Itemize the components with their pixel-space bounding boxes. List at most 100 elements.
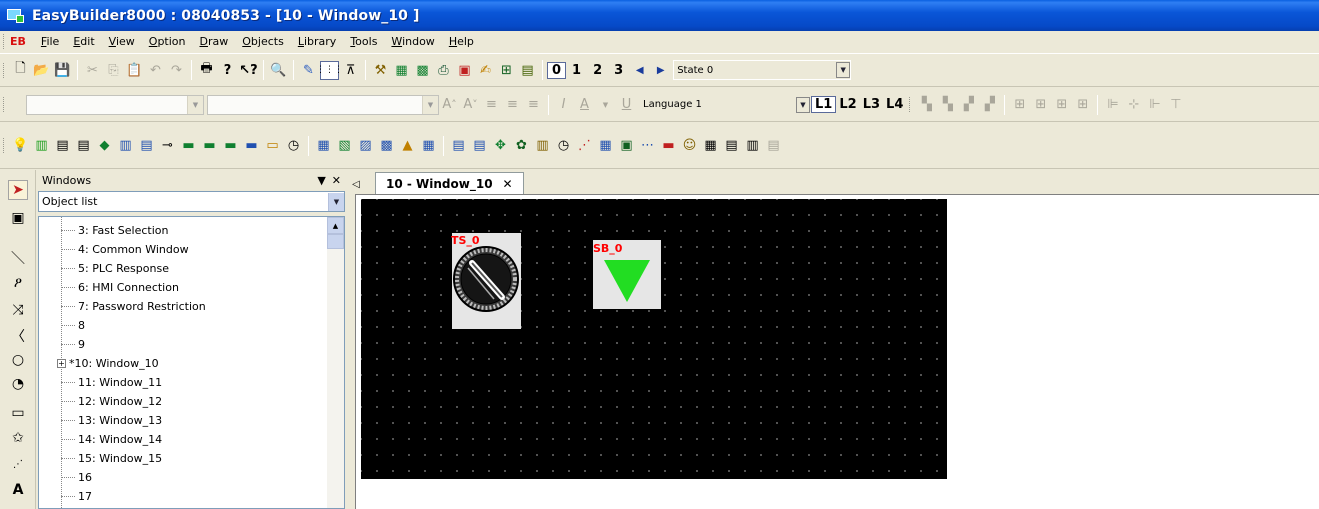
tree-item[interactable]: 17 (39, 487, 92, 506)
chevron-down-icon[interactable]: ▼ (422, 95, 438, 114)
word-lamp-icon[interactable]: ▥ (32, 136, 51, 155)
bring-forward-icon[interactable]: ▞ (959, 95, 978, 114)
timer-icon[interactable]: ◷ (554, 136, 573, 155)
state-button-2[interactable]: 2 (587, 63, 608, 78)
x-mark-icon[interactable]: ⤨ (8, 300, 28, 320)
open-folder-icon[interactable]: 📂 (32, 61, 51, 80)
align-top-icon[interactable]: ⊤ (1166, 95, 1185, 114)
function-key-icon[interactable]: ◆ (95, 136, 114, 155)
align-center-icon[interactable]: ⊹ (1124, 95, 1143, 114)
menu-tools[interactable]: Tools (343, 35, 384, 48)
merge-icon[interactable]: ⊞ (1052, 95, 1071, 114)
offline-icon[interactable]: ▣ (455, 61, 474, 80)
font-name-select[interactable]: ▼ (26, 94, 204, 115)
line-icon[interactable]: ＼ (8, 248, 28, 268)
toggle-switch-icon[interactable]: ▥ (116, 136, 135, 155)
menu-library[interactable]: Library (291, 35, 343, 48)
font-size-select[interactable]: ▼ (207, 94, 439, 115)
scroll-thumb[interactable] (327, 234, 344, 249)
tree-item[interactable]: 7: Password Restriction (39, 297, 206, 316)
menu-help[interactable]: Help (442, 35, 481, 48)
rectangle-icon[interactable]: ▭ (8, 403, 28, 423)
numeric-input-icon[interactable]: ▬ (200, 136, 219, 155)
tree-item[interactable]: 8 (39, 316, 85, 335)
layer-button-l4[interactable]: L4 (883, 97, 906, 112)
tree-item[interactable]: 12: Window_12 (39, 392, 162, 411)
tab-window-10[interactable]: 10 - Window_10 ✕ (375, 172, 524, 194)
menu-edit[interactable]: Edit (66, 35, 101, 48)
numeric-display-icon[interactable]: ▬ (179, 136, 198, 155)
paste-icon[interactable]: 📋 (125, 61, 144, 80)
tree-item[interactable]: 6: HMI Connection (39, 278, 179, 297)
chevron-down-icon[interactable]: ▼ (596, 95, 615, 114)
simulate-icon[interactable]: ▩ (413, 61, 432, 80)
history-icon[interactable]: ▤ (449, 136, 468, 155)
chevron-down-icon[interactable]: ▼ (796, 96, 810, 113)
macro-icon[interactable]: ▥ (743, 136, 762, 155)
ascii-input-icon[interactable]: ▬ (242, 136, 261, 155)
bit-lamp-icon[interactable]: 💡 (11, 136, 30, 155)
group-icon[interactable]: ⊞ (1010, 95, 1029, 114)
align-left-icon[interactable]: ≡ (482, 95, 501, 114)
multi-state-icon[interactable]: ▤ (137, 136, 156, 155)
send-back-icon[interactable]: ▚ (938, 95, 957, 114)
tree-item[interactable]: 15: Window_15 (39, 449, 162, 468)
state-prev-icon[interactable]: ◀ (630, 61, 649, 80)
tab-scroll-left-icon[interactable]: ◁ (347, 174, 365, 194)
state-button-1[interactable]: 1 (566, 63, 587, 78)
picture-icon[interactable]: ▦ (314, 136, 333, 155)
menu-window[interactable]: Window (384, 35, 441, 48)
chevron-down-icon[interactable]: ▼ (328, 192, 344, 211)
tree-item-expanded[interactable]: + *10: Window_10 (39, 354, 159, 373)
align-right-edge-icon[interactable]: ⊩ (1145, 95, 1164, 114)
save-icon[interactable]: 💾 (53, 61, 72, 80)
chevron-down-icon[interactable]: ▼ (836, 62, 851, 78)
progress-icon[interactable]: ▬ (659, 136, 678, 155)
layer-button-l1[interactable]: L1 (811, 96, 837, 113)
align-center-icon[interactable]: ≡ (503, 95, 522, 114)
download-icon[interactable]: ⎙ (434, 61, 453, 80)
send-backward-icon[interactable]: ▞ (980, 95, 999, 114)
new-file-icon[interactable]: 🗋 (11, 61, 30, 80)
user-icon[interactable]: ☺ (680, 136, 699, 155)
table-icon[interactable]: ▤ (518, 61, 537, 80)
circle-icon[interactable]: ○ (8, 350, 28, 370)
design-canvas[interactable]: TS_0 SB_0 (361, 199, 947, 479)
font-color-icon[interactable]: A (575, 95, 594, 114)
property-icon[interactable]: ▣ (8, 208, 28, 228)
expand-icon[interactable]: + (57, 359, 66, 368)
grid-table-icon[interactable]: ▦ (596, 136, 615, 155)
disabled-icon[interactable]: ▤ (764, 136, 783, 155)
scheduler-icon[interactable]: ▦ (701, 136, 720, 155)
split-icon[interactable]: ⊞ (1073, 95, 1092, 114)
state-select[interactable]: State 0 ▼ (673, 60, 852, 80)
tag-icon[interactable]: ⊞ (497, 61, 516, 80)
tree-item[interactable]: 13: Window_13 (39, 411, 162, 430)
scale-icon[interactable]: ⋰ (8, 454, 28, 474)
trend-icon[interactable]: ▤ (470, 136, 489, 155)
copy-icon[interactable]: ⎘ (104, 61, 123, 80)
tree-item[interactable]: 9 (39, 335, 85, 354)
state-next-icon[interactable]: ▶ (651, 61, 670, 80)
underline-icon[interactable]: U (617, 95, 636, 114)
tree-item[interactable]: 11: Window_11 (39, 373, 162, 392)
polyline-icon[interactable]: ዖ (8, 273, 28, 293)
scatter-icon[interactable]: ⋯ (638, 136, 657, 155)
grid-icon[interactable]: ⋮⋮⋮ (316, 60, 343, 80)
xy-plot-icon[interactable]: ✥ (491, 136, 510, 155)
language-select[interactable]: Language 1 ▼ (639, 94, 811, 115)
close-icon[interactable]: ✕ (503, 177, 513, 191)
set-bit-icon[interactable]: ▤ (53, 136, 72, 155)
cut-icon[interactable]: ✂ (83, 61, 102, 80)
ungroup-icon[interactable]: ⊞ (1031, 95, 1050, 114)
tree-scrollbar[interactable]: ▲ (327, 217, 344, 508)
undo-icon[interactable]: ↶ (146, 61, 165, 80)
tree-item[interactable]: 16 (39, 468, 92, 487)
tree-item[interactable]: 5: PLC Response (39, 259, 169, 278)
clock-icon[interactable]: ◷ (284, 136, 303, 155)
align-right-icon[interactable]: ≡ (524, 95, 543, 114)
state-button-3[interactable]: 3 (608, 63, 629, 78)
scroll-up-icon[interactable]: ▲ (327, 217, 344, 234)
build-tools-icon[interactable]: ⚒ (371, 61, 390, 80)
bar-graph-icon[interactable]: ▥ (533, 136, 552, 155)
